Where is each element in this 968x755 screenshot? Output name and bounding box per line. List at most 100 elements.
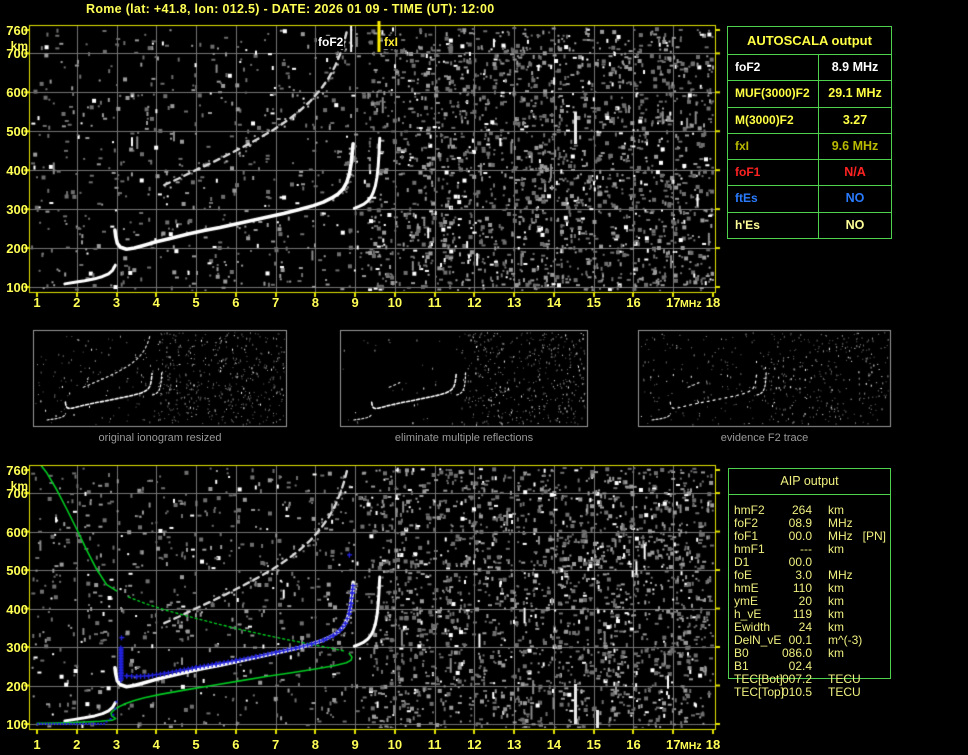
aip-row: Ewidth 24 km xyxy=(728,619,918,634)
aip-row-label: hmF2 xyxy=(734,502,765,517)
autoscala-row-value: N/A xyxy=(818,160,891,186)
x-tick-label: 1 xyxy=(33,737,41,752)
x-tick-label: 5 xyxy=(192,295,200,310)
aip-row-unit: km xyxy=(828,593,844,608)
aip-row-label: foF1 xyxy=(734,528,759,543)
autoscala-row: ftEs NO xyxy=(728,185,891,212)
aip-row-value: 110 xyxy=(792,580,812,595)
aip-row-label: h_vE xyxy=(734,606,762,621)
aip-row-label: B0 xyxy=(734,645,749,660)
x-tick-label: 11 xyxy=(427,737,442,752)
aip-row-value: 00.0 xyxy=(788,554,812,569)
aip-row-label: Ewidth xyxy=(734,619,771,634)
aip-row-unit: m^(-3) xyxy=(828,632,863,647)
thumbnail-caption: original ionogram resized xyxy=(98,432,222,444)
autoscala-row: fxI 9.6 MHz xyxy=(728,132,891,160)
x-tick-label: 14 xyxy=(546,295,562,310)
autoscala-row-value: NO xyxy=(818,212,891,239)
autoscala-row: h'Es NO xyxy=(728,211,891,239)
aip-row: h_vE 119 km xyxy=(728,606,918,621)
x-tick-label: 6 xyxy=(232,737,240,752)
y-tick-label: 500 xyxy=(6,563,28,579)
aip-row-label: ymE xyxy=(734,593,758,608)
x-tick-label: 16 xyxy=(626,295,641,310)
x-tick-label: 2 xyxy=(73,295,81,310)
y-tick-label: 760 xyxy=(6,462,28,478)
aip-row: TEC[Top] 010.5 TECU xyxy=(728,684,918,699)
aip-row-value: 264 xyxy=(791,502,812,517)
x-tick-label: 12 xyxy=(467,737,482,752)
autoscala-row: foF1 N/A xyxy=(728,159,891,186)
autoscala-row-value: NO xyxy=(818,186,891,212)
aip-row-label: B1 xyxy=(734,658,749,673)
y-tick-label: 100 xyxy=(6,280,28,295)
x-tick-label: 15 xyxy=(586,295,601,310)
thumbnail-caption: eliminate multiple reflections xyxy=(394,432,534,444)
autoscala-row: M(3000)F2 3.27 xyxy=(728,106,891,133)
x-tick-label: 8 xyxy=(311,295,319,310)
aip-row-value: 00.1 xyxy=(788,632,812,647)
aip-row: hmF2 264 km xyxy=(728,502,918,517)
aip-row: B0 086.0 km xyxy=(728,645,918,660)
x-tick-label: 5 xyxy=(192,737,200,752)
aip-row-value: 010.5 xyxy=(781,684,812,699)
y-tick-label: 600 xyxy=(6,85,28,101)
y-tick-label: 400 xyxy=(6,601,28,617)
y-axis-unit-label: km xyxy=(10,478,28,493)
x-tick-label: 11 xyxy=(427,295,442,310)
x-axis-unit-label: MHz xyxy=(680,298,702,310)
autoscala-row-label: foF1 xyxy=(735,165,761,180)
aip-row-unit: TECU xyxy=(828,671,861,686)
autoscala-row-label: M(3000)F2 xyxy=(735,112,794,127)
fxi-marker-label: fxI xyxy=(383,35,400,49)
autoscala-output-table: AUTOSCALA output foF2 8.9 MHz MUF(3000)F2 2… xyxy=(727,26,892,240)
y-axis-unit-label: km xyxy=(10,39,28,53)
y-tick-label: 300 xyxy=(6,640,28,656)
aip-row-unit: km xyxy=(828,606,844,621)
x-tick-label: 1 xyxy=(33,295,41,310)
autoscala-row-value: 29.1 MHz xyxy=(818,81,891,107)
autoscala-row: foF2 8.9 MHz xyxy=(728,54,891,81)
aip-row-label: TEC[Top] xyxy=(734,684,785,699)
x-tick-label: 7 xyxy=(271,295,280,310)
aip-table-title: AIP output xyxy=(729,469,890,495)
x-tick-label: 9 xyxy=(351,295,359,310)
aip-row-unit: km xyxy=(828,619,844,634)
aip-row: D1 00.0 xyxy=(728,554,918,569)
x-tick-label: 4 xyxy=(152,737,160,752)
aip-row-unit: TECU xyxy=(828,684,861,699)
y-tick-label: 500 xyxy=(6,124,28,140)
aip-row: hmF1 --- km xyxy=(728,541,918,556)
autoscala-row-label: ftEs xyxy=(735,191,758,206)
aip-row-value: 02.4 xyxy=(788,658,812,673)
autoscala-table-title: AUTOSCALA output xyxy=(747,33,872,48)
aip-row: B1 02.4 xyxy=(728,658,918,673)
aip-row: hmE 110 km xyxy=(728,580,918,595)
aip-row-label: hmF1 xyxy=(734,541,765,556)
x-tick-label: 3 xyxy=(112,295,121,310)
y-tick-label: 300 xyxy=(6,202,28,218)
x-tick-label: 15 xyxy=(586,737,601,752)
thumbnail-caption: evidence F2 trace xyxy=(720,432,809,444)
aip-row-unit: km xyxy=(828,541,844,556)
autoscala-row: MUF(3000)F2 29.1 MHz xyxy=(728,80,891,107)
autoscala-row-value: 9.6 MHz xyxy=(818,133,891,160)
x-tick-label: 2 xyxy=(73,737,81,752)
aip-row-label: hmE xyxy=(734,580,759,595)
aip-row-unit: MHz xyxy=(828,567,853,582)
aip-row-value: 086.0 xyxy=(781,645,812,660)
aip-row-unit: km xyxy=(828,645,844,660)
y-tick-label: 200 xyxy=(6,678,28,694)
y-tick-label: 100 xyxy=(6,717,28,732)
aip-row: ymE 20 km xyxy=(728,593,918,608)
x-tick-label: 7 xyxy=(271,737,280,752)
fof2-marker-label: foF2 xyxy=(317,35,345,49)
aip-row: foF2 08.9 MHz xyxy=(728,515,918,530)
aip-row-label: foF2 xyxy=(734,515,759,530)
aip-row-value: 08.9 xyxy=(788,515,812,530)
x-tick-label: 13 xyxy=(506,737,522,752)
x-tick-label: 18 xyxy=(705,295,721,310)
aip-row: DelN_vE 00.1 m^(-3) xyxy=(728,632,918,647)
aip-row: foE 3.0 MHz xyxy=(728,567,918,582)
x-tick-label: 4 xyxy=(152,295,160,310)
